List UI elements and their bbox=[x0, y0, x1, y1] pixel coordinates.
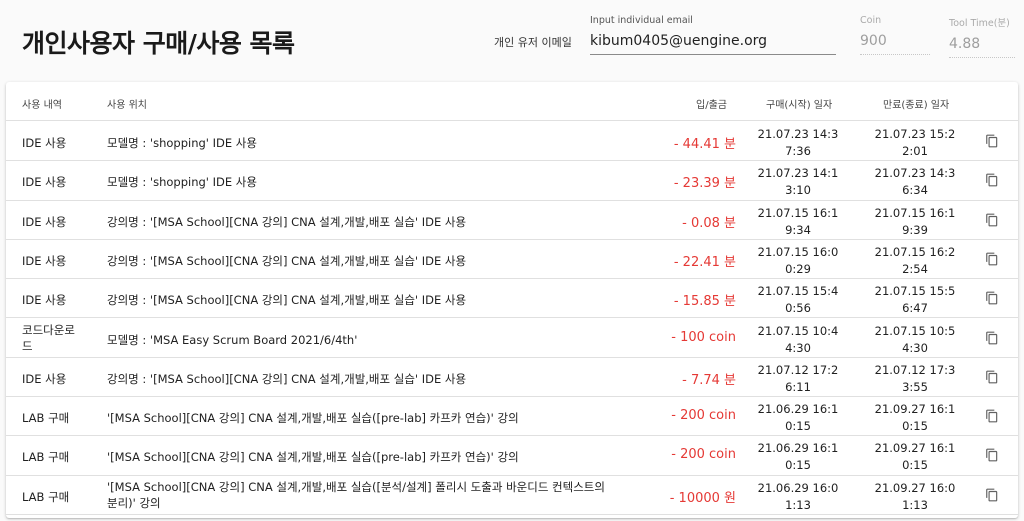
end-date: 21.07.15 15:56:47 bbox=[874, 284, 956, 316]
copy-icon[interactable] bbox=[985, 488, 999, 502]
amount: - 44.41 분 bbox=[673, 137, 736, 152]
copy-icon[interactable] bbox=[985, 448, 999, 462]
start-date: 21.07.15 16:00:29 bbox=[757, 244, 839, 276]
amount: - 0.08 분 bbox=[682, 215, 736, 231]
copy-icon[interactable] bbox=[985, 173, 999, 187]
table-row: IDE 사용 강의명 : '[MSA School][CNA 강의] CNA 설계… bbox=[6, 358, 1018, 398]
copy-icon[interactable] bbox=[985, 213, 999, 227]
start-date: 21.06.29 16:01:13 bbox=[757, 480, 839, 512]
start-date: 21.07.12 17:26:11 bbox=[757, 362, 839, 394]
table-header: 사용 내역 사용 위치 입/출금 구매(시작) 일자 만료(종료) 일자 bbox=[6, 82, 1018, 121]
start-date: 21.06.29 16:10:15 bbox=[757, 441, 839, 473]
column-header-start-date: 구매(시작) 일자 bbox=[766, 100, 833, 111]
usage-location: 모델명 : 'shopping' IDE 사용 bbox=[107, 136, 257, 150]
usage-type: IDE 사용 bbox=[22, 214, 67, 229]
usage-type: IDE 사용 bbox=[22, 136, 67, 150]
amount: - 200 coin bbox=[671, 447, 736, 463]
column-header-type: 사용 내역 bbox=[22, 100, 62, 111]
end-date: 21.07.12 17:33:55 bbox=[874, 362, 956, 394]
tool-time-field: Tool Time(분) 4.88 bbox=[949, 15, 1015, 58]
usage-location: 강의명 : '[MSA School][CNA 강의] CNA 설계,개발,배포… bbox=[107, 214, 467, 229]
usage-type: LAB 구매 bbox=[22, 411, 70, 426]
column-header-amount: 입/출금 bbox=[696, 100, 727, 111]
end-date: 21.07.15 16:22:54 bbox=[874, 244, 956, 276]
amount: - 15.85 분 bbox=[673, 294, 736, 310]
table-row: IDE 사용 모델명 : 'shopping' IDE 사용 - 23.39 분 21… bbox=[6, 161, 1018, 201]
tool-time-label: Tool Time(분) bbox=[949, 18, 1010, 29]
end-date: 21.09.27 16:10:15 bbox=[874, 441, 956, 473]
usage-location: 모델명 : 'shopping' IDE 사용 bbox=[107, 175, 257, 190]
amount: - 10000 원 bbox=[669, 490, 736, 506]
coin-value: 900 bbox=[860, 33, 930, 55]
end-date: 21.07.23 14:36:34 bbox=[874, 166, 956, 198]
copy-icon[interactable] bbox=[985, 252, 999, 266]
email-label: 개인 유저 이메일 bbox=[494, 36, 572, 49]
usage-type: IDE 사용 bbox=[22, 293, 67, 308]
copy-icon[interactable] bbox=[985, 370, 999, 384]
end-date: 21.09.27 16:01:13 bbox=[874, 480, 956, 512]
amount: - 23.39 분 bbox=[673, 176, 736, 192]
amount: - 22.41 분 bbox=[673, 254, 736, 270]
table-row: IDE 사용 모델명 : 'shopping' IDE 사용 - 44.41 분 21… bbox=[6, 122, 1018, 162]
usage-location: 강의명 : '[MSA School][CNA 강의] CNA 설계,개발,배포… bbox=[107, 371, 467, 386]
start-date: 21.07.15 16:19:34 bbox=[757, 205, 839, 237]
amount: - 200 coin bbox=[671, 408, 736, 424]
email-input[interactable]: kibum0405@uengine.org bbox=[590, 33, 836, 55]
copy-icon[interactable] bbox=[985, 409, 999, 423]
usage-table: 사용 내역 사용 위치 입/출금 구매(시작) 일자 만료(종료) 일자 IDE… bbox=[6, 82, 1018, 518]
start-date: 21.07.15 10:44:30 bbox=[757, 323, 839, 355]
email-field-label: Input individual email bbox=[590, 15, 693, 26]
page-title: 개인사용자 구매/사용 목록 bbox=[22, 29, 295, 58]
start-date: 21.07.23 14:37:36 bbox=[757, 127, 839, 158]
table-row: LAB 구매 '[MSA School][CNA 강의] CNA 설계,개발,배포… bbox=[6, 476, 1018, 515]
usage-location: '[MSA School][CNA 강의] CNA 설계,개발,배포 실습([분… bbox=[107, 479, 605, 510]
usage-type: LAB 구매 bbox=[22, 489, 70, 504]
tool-time-value: 4.88 bbox=[949, 36, 1015, 58]
copy-icon[interactable] bbox=[985, 291, 999, 305]
email-field[interactable]: Input individual email kibum0405@uengine… bbox=[590, 15, 836, 55]
coin-field: Coin 900 bbox=[860, 15, 930, 55]
usage-location: '[MSA School][CNA 강의] CNA 설계,개발,배포 실습([p… bbox=[107, 411, 519, 426]
usage-location: 강의명 : '[MSA School][CNA 강의] CNA 설계,개발,배포… bbox=[107, 253, 467, 268]
start-date: 21.07.15 15:40:56 bbox=[757, 284, 839, 316]
table-row: IDE 사용 강의명 : '[MSA School][CNA 강의] CNA 설계… bbox=[6, 279, 1018, 319]
usage-type: 코드다운로드 bbox=[22, 322, 75, 353]
copy-icon[interactable] bbox=[985, 331, 999, 345]
end-date: 21.07.23 15:22:01 bbox=[874, 127, 956, 158]
usage-location: 강의명 : '[MSA School][CNA 강의] CNA 설계,개발,배포… bbox=[107, 293, 467, 308]
table-row: IDE 사용 강의명 : '[MSA School][CNA 강의] CNA 설계… bbox=[6, 201, 1018, 240]
usage-type: IDE 사용 bbox=[22, 371, 67, 386]
column-header-end-date: 만료(종료) 일자 bbox=[883, 100, 950, 111]
end-date: 21.09.27 16:10:15 bbox=[874, 402, 956, 434]
usage-type: IDE 사용 bbox=[22, 253, 67, 268]
table-row: LAB 구매 '[MSA School][CNA 강의] CNA 설계,개발,배포… bbox=[6, 436, 1018, 476]
copy-icon[interactable] bbox=[985, 134, 999, 148]
start-date: 21.06.29 16:10:15 bbox=[757, 402, 839, 434]
amount: - 100 coin bbox=[671, 329, 736, 345]
usage-type: IDE 사용 bbox=[22, 175, 67, 190]
start-date: 21.07.23 14:13:10 bbox=[757, 166, 839, 198]
coin-label: Coin bbox=[860, 15, 882, 26]
amount: - 7.74 분 bbox=[682, 372, 736, 388]
column-header-location: 사용 위치 bbox=[107, 100, 147, 111]
end-date: 21.07.15 16:19:39 bbox=[874, 205, 956, 237]
end-date: 21.07.15 10:54:30 bbox=[874, 323, 956, 355]
table-row: IDE 사용 강의명 : '[MSA School][CNA 강의] CNA 설계… bbox=[6, 240, 1018, 280]
table-row: 코드다운로드 모델명 : 'MSA Easy Scrum Board 2021/6… bbox=[6, 319, 1018, 358]
usage-type: LAB 구매 bbox=[22, 450, 70, 465]
usage-location: '[MSA School][CNA 강의] CNA 설계,개발,배포 실습([p… bbox=[107, 450, 519, 465]
table-row: LAB 구매 '[MSA School][CNA 강의] CNA 설계,개발,배포… bbox=[6, 397, 1018, 437]
usage-location: 모델명 : 'MSA Easy Scrum Board 2021/6/4th' bbox=[107, 332, 358, 347]
